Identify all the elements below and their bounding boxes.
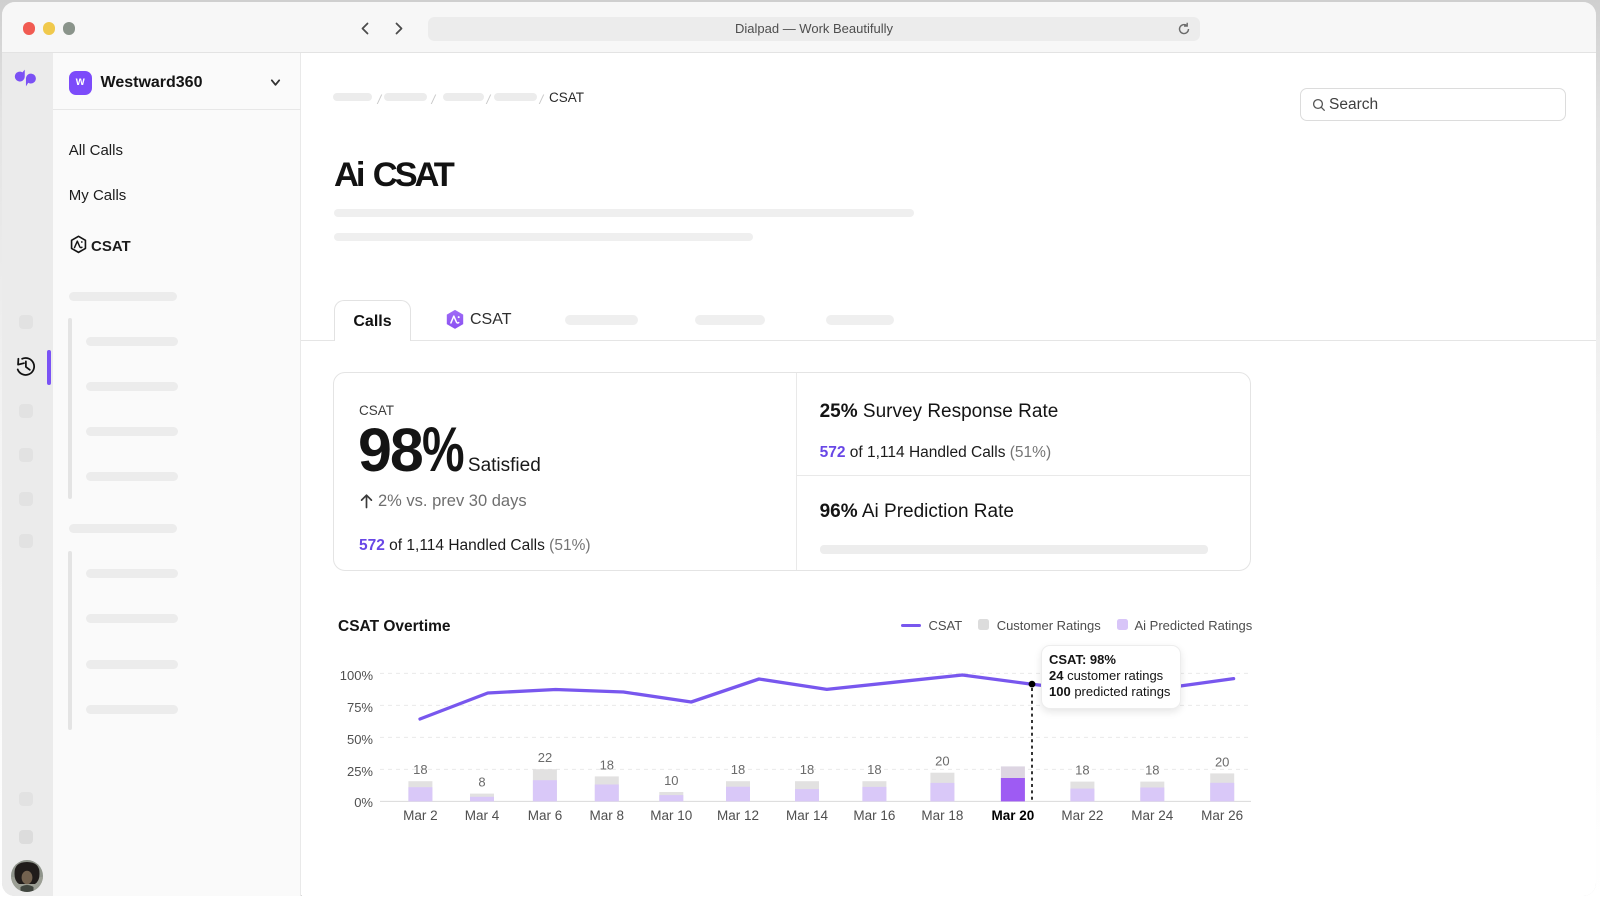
svg-text:8: 8 bbox=[478, 775, 485, 790]
svg-text:Mar 18: Mar 18 bbox=[921, 808, 963, 823]
svg-text:Mar 8: Mar 8 bbox=[590, 808, 625, 823]
svg-text:18: 18 bbox=[731, 762, 745, 777]
svg-text:18: 18 bbox=[600, 757, 614, 772]
svg-text:10: 10 bbox=[664, 773, 678, 788]
svg-text:22: 22 bbox=[538, 750, 552, 765]
svg-text:Mar 26: Mar 26 bbox=[1201, 808, 1243, 823]
svg-text:18: 18 bbox=[1075, 763, 1089, 778]
svg-text:100%: 100% bbox=[340, 668, 374, 683]
svg-text:20: 20 bbox=[1215, 754, 1229, 769]
svg-text:18: 18 bbox=[413, 762, 427, 777]
svg-text:20: 20 bbox=[935, 754, 949, 769]
svg-text:Mar 24: Mar 24 bbox=[1131, 808, 1174, 823]
svg-text:0%: 0% bbox=[354, 795, 373, 810]
svg-text:Mar 10: Mar 10 bbox=[650, 808, 692, 823]
svg-text:50%: 50% bbox=[347, 732, 373, 747]
svg-text:Mar 2: Mar 2 bbox=[403, 808, 438, 823]
svg-text:Mar 16: Mar 16 bbox=[853, 808, 895, 823]
svg-text:Mar 4: Mar 4 bbox=[465, 808, 500, 823]
svg-text:Mar 6: Mar 6 bbox=[528, 808, 563, 823]
svg-text:18: 18 bbox=[1145, 763, 1159, 778]
svg-text:Mar 12: Mar 12 bbox=[717, 808, 759, 823]
svg-text:75%: 75% bbox=[347, 700, 373, 715]
svg-text:Mar 20: Mar 20 bbox=[992, 808, 1035, 823]
svg-text:Mar 14: Mar 14 bbox=[786, 808, 829, 823]
svg-text:18: 18 bbox=[867, 762, 881, 777]
svg-text:18: 18 bbox=[800, 762, 814, 777]
svg-text:Mar 22: Mar 22 bbox=[1061, 808, 1103, 823]
svg-text:25%: 25% bbox=[347, 764, 373, 779]
